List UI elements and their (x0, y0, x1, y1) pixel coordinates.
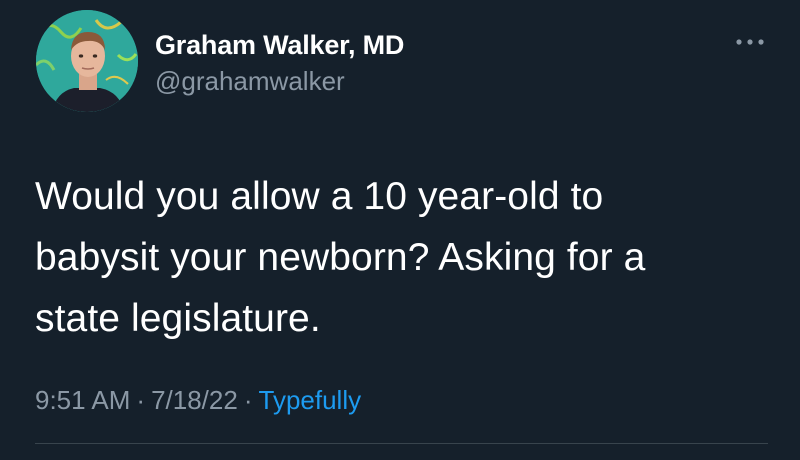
tweet-text: Would you allow a 10 year-old to babysit… (35, 166, 765, 349)
tweet-text-line: Would you allow a 10 year-old to (35, 175, 604, 218)
author-name[interactable]: Graham Walker, MD (155, 30, 404, 61)
tweet-text-line: babysit your newborn? Asking for a (35, 236, 646, 279)
meta-separator: · (136, 385, 146, 415)
tweet-date[interactable]: 7/18/22 (151, 385, 238, 415)
tweet-text-line: state legislature. (35, 297, 321, 340)
meta-separator: · (243, 385, 253, 415)
more-horizontal-icon (736, 39, 764, 45)
tweet-source-link[interactable]: Typefully (259, 385, 362, 415)
tweet-metadata: 9:51 AM · 7/18/22 · Typefully (35, 385, 361, 416)
more-options-button[interactable] (730, 30, 770, 54)
author-handle[interactable]: @grahamwalker (155, 66, 345, 97)
tweet-time[interactable]: 9:51 AM (35, 385, 130, 415)
avatar-photo (36, 10, 138, 112)
avatar[interactable] (36, 10, 138, 112)
tweet: Graham Walker, MD @grahamwalker Would yo… (0, 0, 800, 460)
divider (35, 443, 768, 444)
